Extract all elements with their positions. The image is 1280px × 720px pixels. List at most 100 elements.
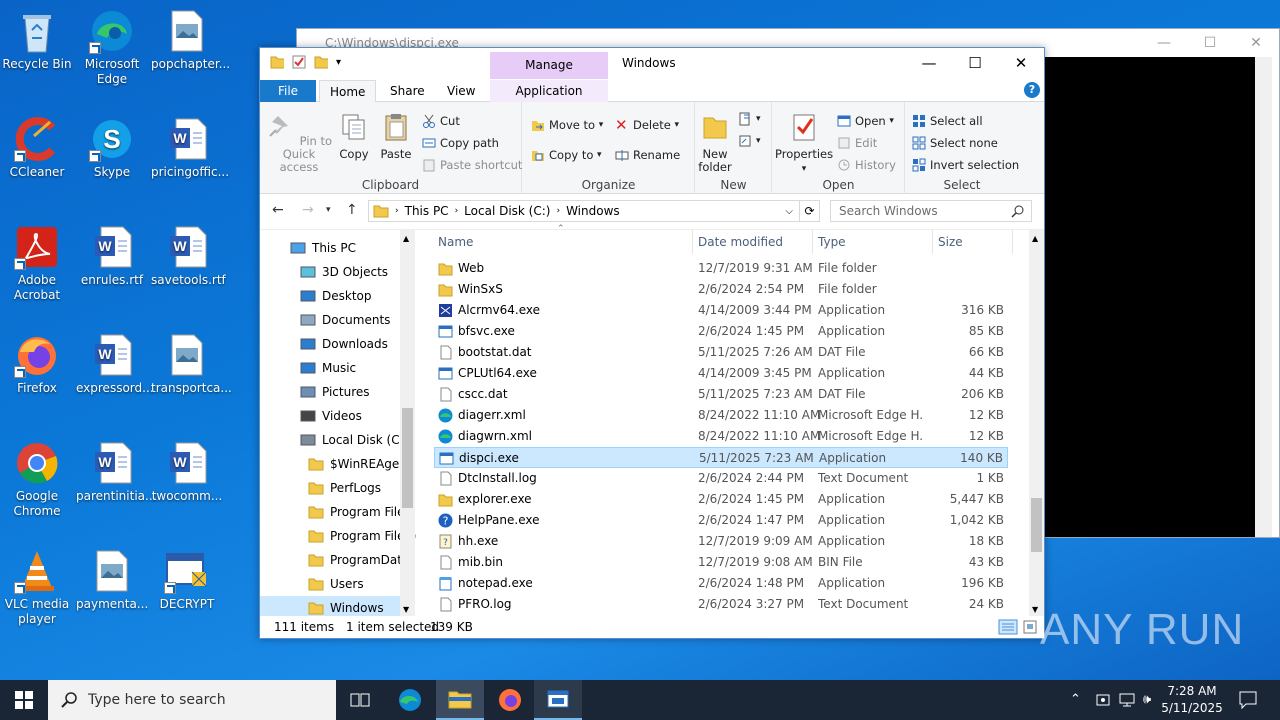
breadcrumb-windows[interactable]: Windows — [566, 204, 620, 218]
scroll-down-icon[interactable]: ▼ — [1032, 605, 1038, 614]
nav-item[interactable]: Local Disk (C:) — [260, 428, 408, 452]
taskbar-search-input[interactable]: Type here to search — [48, 680, 336, 720]
paste-button[interactable]: Paste — [378, 112, 414, 161]
desktop-icon-pricingoffic[interactable]: W pricingoffic... — [151, 116, 229, 180]
file-row[interactable]: WinSxS 2/6/2024 2:54 PM File folder — [434, 279, 1008, 300]
file-list-scrollbar[interactable]: ▲ ▼ — [1029, 230, 1044, 616]
paste-shortcut-button[interactable]: Paste shortcut — [422, 158, 522, 172]
taskbar-file-explorer[interactable] — [436, 680, 484, 720]
file-row[interactable]: Alcrmv64.exe 4/14/2009 3:44 PM Application… — [434, 300, 1008, 321]
scrollbar-thumb[interactable] — [1031, 498, 1042, 552]
help-icon[interactable]: ? — [1024, 82, 1040, 98]
volume-icon[interactable]: 🕪 — [1143, 692, 1151, 707]
close-button[interactable]: ✕ — [1233, 29, 1279, 57]
breadcrumb-local-disk[interactable]: Local Disk (C:) — [464, 204, 550, 218]
file-row[interactable]: mib.bin 12/7/2019 9:08 AM BIN File 43 KB — [434, 552, 1008, 573]
edit-button[interactable]: Edit — [837, 136, 877, 150]
file-row[interactable]: ? HelpPane.exe 2/6/2024 1:47 PM Application… — [434, 510, 1008, 531]
nav-item[interactable]: Downloads — [260, 332, 400, 356]
desktop-icon-twocomm[interactable]: W twocomm... — [151, 440, 223, 504]
file-row[interactable]: bfsvc.exe 2/6/2024 1:45 PM Application 85 K… — [434, 321, 1008, 342]
refresh-button[interactable]: ⟳ — [800, 200, 820, 222]
file-explorer-window[interactable]: ▾ Manage Windows — ☐ ✕ File Home Share V… — [259, 47, 1045, 639]
desktop-icon-vlc[interactable]: VLC media player — [1, 548, 73, 627]
nav-item[interactable]: Program Files — [260, 500, 411, 524]
explorer-titlebar[interactable]: ▾ Manage Windows — ☐ ✕ — [260, 48, 1044, 80]
file-row[interactable]: diagwrn.xml 8/24/2022 11:10 AM Microsoft E… — [434, 426, 1008, 447]
notifications-icon[interactable] — [1238, 690, 1258, 710]
column-divider[interactable] — [932, 230, 933, 254]
scroll-down-icon[interactable]: ▼ — [403, 605, 409, 614]
nav-item[interactable]: This PC — [260, 236, 400, 260]
desktop-icon-paymenta[interactable]: paymenta... — [76, 548, 148, 612]
column-header-size[interactable]: Size — [938, 230, 963, 254]
desktop-icon-transportca[interactable]: transportca... — [151, 332, 232, 396]
minimize-button[interactable]: — — [1141, 29, 1187, 57]
select-all-button[interactable]: Select all — [912, 114, 983, 128]
address-dropdown-chevron-icon[interactable]: ⌵ — [785, 206, 793, 217]
file-row[interactable]: DtcInstall.log 2/6/2024 2:44 PM Text Docum… — [434, 468, 1008, 489]
console-scrollbar[interactable] — [1255, 57, 1272, 537]
column-header-name[interactable]: Name — [438, 230, 473, 254]
desktop-icon-recycle-bin[interactable]: Recycle Bin — [1, 8, 73, 72]
desktop-icon-chrome[interactable]: Google Chrome — [1, 440, 73, 519]
desktop-icon-enrules[interactable]: W enrules.rtf — [76, 224, 148, 288]
open-button[interactable]: Open ▾ — [837, 114, 894, 128]
tab-home[interactable]: Home — [319, 80, 377, 103]
up-arrow-icon[interactable]: ↑ — [346, 202, 358, 218]
cut-button[interactable]: Cut — [422, 114, 460, 128]
tab-application-tools[interactable]: Application Tools — [490, 80, 608, 120]
file-row[interactable]: CPLUtl64.exe 4/14/2009 3:45 PM Application… — [434, 363, 1008, 384]
desktop-icon-savetools[interactable]: W savetools.rtf — [151, 224, 226, 288]
history-button[interactable]: History — [837, 158, 896, 172]
search-input[interactable]: Search Windows — [830, 200, 1032, 222]
column-header-type[interactable]: Type — [818, 230, 846, 254]
recent-locations-chevron-icon[interactable]: ▾ — [326, 205, 331, 215]
navigation-pane[interactable]: This PC 3D Objects Desktop Documents Downloa… — [260, 230, 416, 616]
properties-button[interactable]: Properties ▾ — [775, 112, 833, 176]
file-row[interactable]: bootstat.dat 5/11/2025 7:26 AM DAT File 66 … — [434, 342, 1008, 363]
system-clock[interactable]: 7:28 AM 5/11/2025 — [1160, 683, 1224, 717]
file-row[interactable]: cscc.dat 5/11/2025 7:23 AM DAT File 206 KB — [434, 384, 1008, 405]
invert-selection-button[interactable]: Invert selection — [912, 158, 1019, 172]
taskbar-edge[interactable] — [386, 680, 434, 720]
scroll-up-icon[interactable]: ▲ — [403, 234, 409, 243]
minimize-button[interactable]: — — [906, 48, 952, 78]
move-to-button[interactable]: Move to ▾ — [531, 118, 603, 132]
large-icons-view-icon[interactable] — [1022, 619, 1038, 635]
back-arrow-icon[interactable]: ← — [272, 202, 284, 218]
show-hidden-icons-chevron-icon[interactable]: ⌃ — [1070, 692, 1081, 707]
column-divider[interactable] — [692, 230, 693, 254]
start-button[interactable] — [0, 680, 48, 720]
desktop-icon-parentinitia[interactable]: W parentinitia... — [76, 440, 156, 504]
desktop-icon-edge[interactable]: Microsoft Edge — [76, 8, 148, 87]
new-item-button[interactable]: ▾ — [738, 112, 761, 126]
address-bar[interactable]: › This PC › Local Disk (C:) › Windows ⌵ — [368, 200, 800, 222]
nav-item[interactable]: Music — [260, 356, 400, 380]
file-row[interactable]: notepad.exe 2/6/2024 1:48 PM Application 19… — [434, 573, 1008, 594]
people-icon[interactable] — [1096, 692, 1110, 708]
select-none-button[interactable]: Select none — [912, 136, 998, 150]
scrollbar-thumb[interactable] — [402, 408, 413, 508]
desktop-icon-firefox[interactable]: Firefox — [1, 332, 73, 396]
nav-item[interactable]: Windows — [260, 596, 400, 616]
column-divider[interactable] — [812, 230, 813, 254]
nav-item[interactable]: Program Files (x86) — [260, 524, 416, 548]
desktop-icon-expressord[interactable]: W expressord... — [76, 332, 154, 396]
new-folder-icon[interactable] — [314, 55, 328, 69]
pin-quick-access-button[interactable]: Pin to Quick access — [264, 112, 334, 174]
maximize-button[interactable]: ☐ — [952, 48, 998, 78]
nav-item[interactable]: Pictures — [260, 380, 400, 404]
nav-item[interactable]: ProgramData — [260, 548, 409, 572]
desktop-icon-ccleaner[interactable]: CCleaner — [1, 116, 73, 180]
rename-button[interactable]: Rename — [615, 148, 680, 162]
task-view-button[interactable] — [336, 680, 384, 720]
file-row[interactable]: dispci.exe 5/11/2025 7:23 AM Application 14… — [434, 447, 1008, 468]
copy-path-button[interactable]: Copy path — [422, 136, 499, 150]
maximize-button[interactable]: ☐ — [1187, 29, 1233, 57]
manage-tab[interactable]: Manage — [490, 52, 608, 79]
column-header-date[interactable]: Date modified — [698, 230, 783, 254]
taskbar-firefox[interactable] — [486, 680, 534, 720]
details-view-icon[interactable] — [998, 619, 1018, 635]
nav-item[interactable]: PerfLogs — [260, 476, 400, 500]
